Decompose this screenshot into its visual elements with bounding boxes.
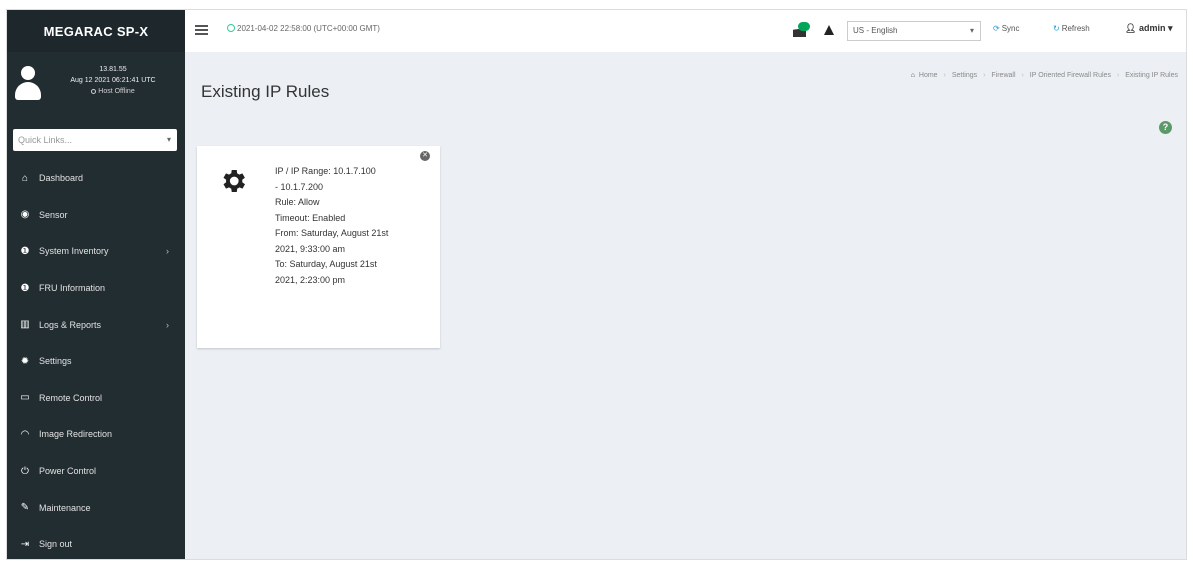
top-header: 2021-04-02 22:58:00 (UTC+00:00 GMT) US -… [185, 10, 1186, 52]
gear-icon: ✹ [20, 355, 30, 367]
sidebar: MEGARAC SP-X 13.81.55 Aug 12 2021 06:21:… [7, 10, 185, 559]
rule-ip-range: IP / IP Range: 10.1.7.100 [275, 166, 376, 176]
home-icon: ⌂ [910, 72, 915, 79]
user-panel: 13.81.55 Aug 12 2021 06:21:41 UTC Host O… [7, 52, 185, 128]
notification-icon[interactable] [793, 22, 810, 40]
user-icon: 👤︎ [1125, 23, 1137, 33]
main-content: Existing IP Rules ⌂ Home › Settings › Fi… [185, 52, 1186, 559]
rule-from: From: Saturday, August 21st [275, 228, 389, 238]
disk-icon: ◠ [20, 428, 30, 440]
sidebar-item-dashboard[interactable]: ⌂ Dashboard [7, 160, 185, 197]
clock-icon [227, 24, 235, 32]
rule-action: Rule: Allow [275, 197, 320, 207]
sensor-icon: ◉ [20, 209, 30, 221]
brand-logo[interactable]: MEGARAC SP-X [7, 10, 185, 52]
user-menu[interactable]: 👤︎ admin ▾ [1125, 23, 1173, 34]
breadcrumb-ip-firewall-rules[interactable]: IP Oriented Firewall Rules [1030, 72, 1111, 79]
rule-details: IP / IP Range: 10.1.7.100 - 10.1.7.200 R… [275, 164, 425, 288]
gear-icon [223, 170, 245, 192]
chevron-down-icon: ▾ [166, 135, 171, 144]
chevron-down-icon: ▾ [969, 26, 974, 35]
breadcrumb-current: Existing IP Rules [1125, 72, 1178, 79]
app-frame: MEGARAC SP-X 13.81.55 Aug 12 2021 06:21:… [6, 9, 1187, 560]
language-select[interactable]: US - English ▾ [847, 21, 981, 41]
quick-links-select[interactable]: Quick Links... ▾ [13, 129, 177, 151]
chart-icon: ▥ [20, 319, 30, 331]
sync-button[interactable]: ⟳ Sync [993, 24, 1020, 33]
rule-timeout: Timeout: Enabled [275, 212, 346, 223]
delete-rule-icon[interactable]: ✕ [420, 151, 430, 161]
power-icon: ⏻ [21, 465, 29, 477]
dashboard-icon: ⌂ [21, 172, 29, 184]
help-icon[interactable]: ? [1159, 121, 1172, 134]
sidebar-item-settings[interactable]: ✹ Settings [7, 343, 185, 380]
sidebar-item-sign-out[interactable]: ⇥ Sign out [7, 526, 185, 563]
hamburger-menu-icon[interactable] [195, 25, 208, 35]
sidebar-item-system-inventory[interactable]: ❶ System Inventory › [7, 233, 185, 270]
user-ip: 13.81.55 [99, 66, 127, 73]
sidebar-item-fru-information[interactable]: ❶ FRU Information [7, 270, 185, 307]
bmc-datetime: 2021-04-02 22:58:00 (UTC+00:00 GMT) [227, 24, 380, 33]
refresh-button[interactable]: ↻ Refresh [1053, 24, 1090, 33]
page-title: Existing IP Rules [201, 82, 330, 101]
user-login-time: Aug 12 2021 06:21:41 UTC [70, 77, 156, 84]
notification-badge [798, 22, 810, 31]
chevron-right-icon: › [166, 319, 169, 330]
breadcrumb: ⌂ Home › Settings › Firewall › IP Orient… [910, 72, 1178, 79]
sidebar-menu: ⌂ Dashboard ◉ Sensor ❶ System Inventory … [7, 160, 185, 563]
rule-ip-range-end: - 10.1.7.200 [275, 181, 324, 192]
info-icon: ❶ [20, 245, 30, 257]
sidebar-item-maintenance[interactable]: ✎ Maintenance [7, 489, 185, 526]
refresh-icon: ↻ [1053, 24, 1060, 33]
rule-from-time: 2021, 9:33:00 am [275, 243, 346, 254]
signout-icon: ⇥ [20, 538, 30, 550]
breadcrumb-home[interactable]: Home [919, 72, 938, 79]
sidebar-item-sensor[interactable]: ◉ Sensor [7, 197, 185, 234]
host-status: Host Offline [43, 86, 183, 97]
sidebar-item-logs-reports[interactable]: ▥ Logs & Reports › [7, 306, 185, 343]
sidebar-item-power-control[interactable]: ⏻ Power Control [7, 453, 185, 490]
chevron-right-icon: › [166, 246, 169, 257]
sidebar-item-image-redirection[interactable]: ◠ Image Redirection [7, 416, 185, 453]
user-info: 13.81.55 Aug 12 2021 06:21:41 UTC Host O… [43, 64, 183, 97]
ip-rule-card[interactable]: ✕ IP / IP Range: 10.1.7.100 - 10.1.7.200… [197, 146, 440, 348]
wrench-icon: ✎ [20, 502, 30, 514]
status-dot-icon [91, 88, 97, 94]
sidebar-item-remote-control[interactable]: ▭ Remote Control [7, 380, 185, 417]
chevron-down-icon: ▾ [1167, 23, 1173, 33]
info-icon: ❶ [20, 282, 30, 294]
rule-to-time: 2021, 2:23:00 pm [275, 274, 346, 285]
sync-icon: ⟳ [993, 24, 1000, 33]
breadcrumb-settings[interactable]: Settings [952, 72, 977, 79]
monitor-icon: ▭ [20, 392, 30, 404]
rule-to: To: Saturday, August 21st [275, 259, 377, 269]
breadcrumb-firewall[interactable]: Firewall [991, 72, 1015, 79]
avatar-icon [15, 66, 41, 102]
warning-icon[interactable] [824, 25, 834, 35]
